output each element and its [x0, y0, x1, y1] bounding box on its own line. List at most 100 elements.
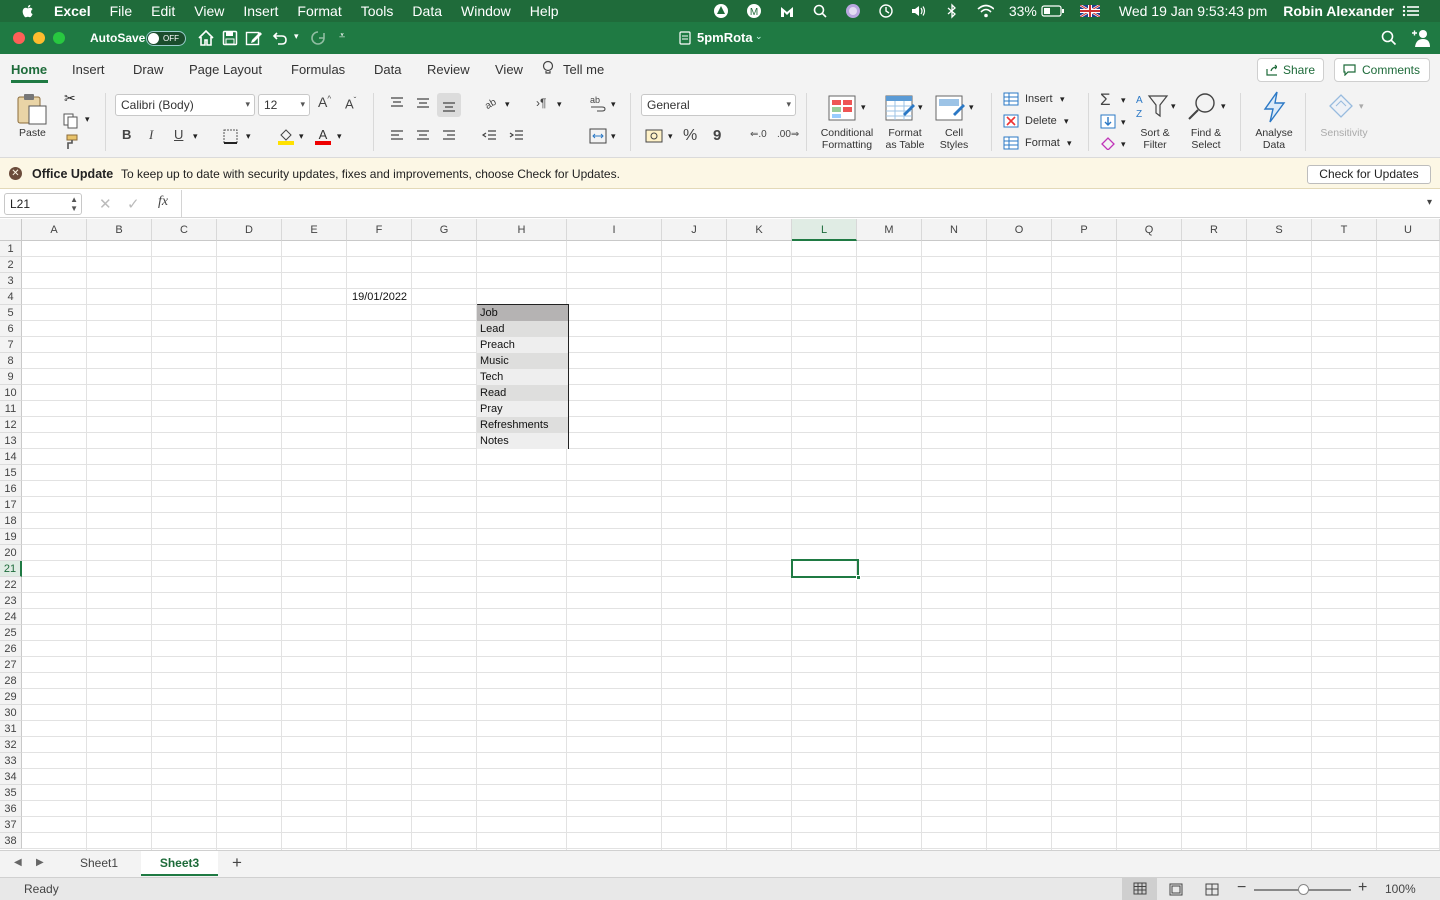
row-header-14[interactable]: 14 — [0, 449, 22, 465]
row-header-29[interactable]: 29 — [0, 689, 22, 705]
uk-flag-icon[interactable] — [1079, 2, 1100, 20]
column-header-b[interactable]: B — [87, 219, 152, 241]
tab-review[interactable]: Review — [427, 62, 470, 77]
column-header-u[interactable]: U — [1377, 219, 1440, 241]
table-cell-pray[interactable]: Pray — [477, 401, 568, 417]
table-cell-notes[interactable]: Notes — [477, 433, 568, 449]
row-header-2[interactable]: 2 — [0, 257, 22, 273]
column-header-q[interactable]: Q — [1117, 219, 1182, 241]
row-header-7[interactable]: 7 — [0, 337, 22, 353]
comments-button[interactable]: Comments — [1334, 58, 1430, 82]
row-header-18[interactable]: 18 — [0, 513, 22, 529]
row-header-37[interactable]: 37 — [0, 817, 22, 833]
check-for-updates-button[interactable]: Check for Updates — [1307, 165, 1431, 184]
drive-icon[interactable] — [712, 2, 730, 20]
menubar-datetime[interactable]: Wed 19 Jan 9:53:43 pm — [1119, 3, 1267, 19]
edit-icon[interactable] — [245, 30, 263, 46]
sort-filter-chevron-down-icon[interactable]: ▾ — [1171, 101, 1176, 112]
row-header-27[interactable]: 27 — [0, 657, 22, 673]
text-direction-icon[interactable]: ›¶ — [536, 96, 546, 110]
menubar-user[interactable]: Robin Alexander — [1283, 3, 1394, 19]
share-button[interactable]: Share — [1257, 58, 1324, 82]
name-box[interactable]: L21 ▲ ▼ — [4, 193, 82, 215]
accounting-chevron-down-icon[interactable]: ▾ — [668, 131, 673, 142]
row-header-3[interactable]: 3 — [0, 273, 22, 289]
row-header-6[interactable]: 6 — [0, 321, 22, 337]
spotlight-search-icon[interactable] — [811, 2, 829, 20]
paste-icon[interactable] — [15, 92, 49, 126]
row-header-34[interactable]: 34 — [0, 769, 22, 785]
title-chevron-down-icon[interactable]: ⌄ — [755, 31, 763, 42]
row-header-9[interactable]: 9 — [0, 369, 22, 385]
zoom-level[interactable]: 100% — [1385, 882, 1416, 896]
menu-window[interactable]: Window — [461, 3, 511, 19]
column-header-c[interactable]: C — [152, 219, 217, 241]
font-color-icon[interactable]: A — [314, 127, 332, 145]
font-name-select[interactable]: Calibri (Body) ▾ — [115, 94, 255, 116]
tab-data[interactable]: Data — [374, 62, 401, 77]
increase-indent-icon[interactable] — [508, 129, 524, 143]
row-header-5[interactable]: 5 — [0, 305, 22, 321]
increase-decimal-icon[interactable]: ⇐.0 — [750, 129, 767, 140]
align-bottom-button[interactable] — [437, 93, 461, 117]
mail-icon[interactable]: M — [745, 2, 763, 20]
find-select-chevron-down-icon[interactable]: ▾ — [1221, 101, 1226, 112]
delete-cells-label[interactable]: Delete — [1025, 115, 1057, 127]
document-title[interactable]: 5pmRota — [697, 30, 753, 45]
page-layout-view-icon[interactable] — [1169, 883, 1183, 896]
wifi-icon[interactable] — [976, 2, 994, 20]
selected-cell-l21[interactable] — [791, 559, 861, 580]
column-header-t[interactable]: T — [1312, 219, 1377, 241]
row-header-38[interactable]: 38 — [0, 833, 22, 849]
accounting-format-icon[interactable] — [645, 129, 663, 143]
row-header-17[interactable]: 17 — [0, 497, 22, 513]
dismiss-update-close-icon[interactable]: ✕ — [9, 167, 22, 180]
format-as-table-icon[interactable] — [885, 94, 915, 122]
table-cell-lead[interactable]: Lead — [477, 321, 568, 337]
zoom-slider-thumb[interactable] — [1298, 884, 1309, 895]
column-header-h[interactable]: H — [477, 219, 567, 241]
increase-font-size-icon[interactable]: A^ — [318, 94, 331, 110]
fill-down-chevron-down-icon[interactable]: ▾ — [1121, 117, 1126, 128]
row-header-11[interactable]: 11 — [0, 401, 22, 417]
zoom-in-button[interactable]: + — [1358, 879, 1367, 897]
apple-logo-icon[interactable] — [20, 3, 36, 19]
column-header-m[interactable]: M — [857, 219, 922, 241]
conditional-formatting-chevron-down-icon[interactable]: ▾ — [861, 102, 866, 113]
menu-help[interactable]: Help — [530, 3, 559, 19]
undo-icon[interactable] — [272, 30, 288, 46]
battery-icon[interactable] — [1041, 2, 1065, 20]
control-center-icon[interactable] — [1402, 2, 1420, 20]
row-header-23[interactable]: 23 — [0, 593, 22, 609]
tab-formulas[interactable]: Formulas — [291, 62, 345, 77]
number-format-select[interactable]: General ▾ — [641, 94, 796, 116]
siri-icon[interactable] — [844, 2, 862, 20]
copy-dropdown-chevron-icon[interactable]: ▾ — [85, 114, 90, 125]
column-header-e[interactable]: E — [282, 219, 347, 241]
fill-handle[interactable] — [856, 575, 861, 580]
insert-cells-label[interactable]: Insert — [1025, 93, 1053, 105]
table-cell-read[interactable]: Read — [477, 385, 568, 401]
column-header-p[interactable]: P — [1052, 219, 1117, 241]
row-header-22[interactable]: 22 — [0, 577, 22, 593]
underline-button[interactable]: U — [174, 127, 183, 142]
previous-sheet-icon[interactable]: ◀ — [14, 857, 22, 868]
table-cell-music[interactable]: Music — [477, 353, 568, 369]
delete-cells-icon[interactable] — [1003, 114, 1019, 128]
menu-data[interactable]: Data — [412, 3, 442, 19]
row-header-20[interactable]: 20 — [0, 545, 22, 561]
spreadsheet-grid[interactable]: ABCDEFGHIJKLMNOPQRSTU 1 2 3 4 5 6 7 8 9 10 11 12 13 1… — [0, 219, 1440, 850]
malwarebytes-icon[interactable] — [778, 2, 796, 20]
enter-formula-icon[interactable]: ✓ — [127, 195, 140, 213]
merge-center-icon[interactable] — [589, 128, 607, 144]
merge-center-chevron-down-icon[interactable]: ▾ — [611, 131, 616, 142]
align-top-icon[interactable] — [389, 96, 405, 110]
row-header-8[interactable]: 8 — [0, 353, 22, 369]
minimize-window-button[interactable] — [33, 32, 45, 44]
find-select-icon[interactable] — [1186, 92, 1218, 120]
decrease-font-size-icon[interactable]: Aˇ — [345, 96, 356, 111]
save-icon[interactable] — [222, 30, 238, 46]
delete-cells-chevron-down-icon[interactable]: ▾ — [1064, 116, 1069, 127]
sensitivity-icon[interactable] — [1326, 91, 1356, 121]
column-header-a[interactable]: A — [22, 219, 87, 241]
